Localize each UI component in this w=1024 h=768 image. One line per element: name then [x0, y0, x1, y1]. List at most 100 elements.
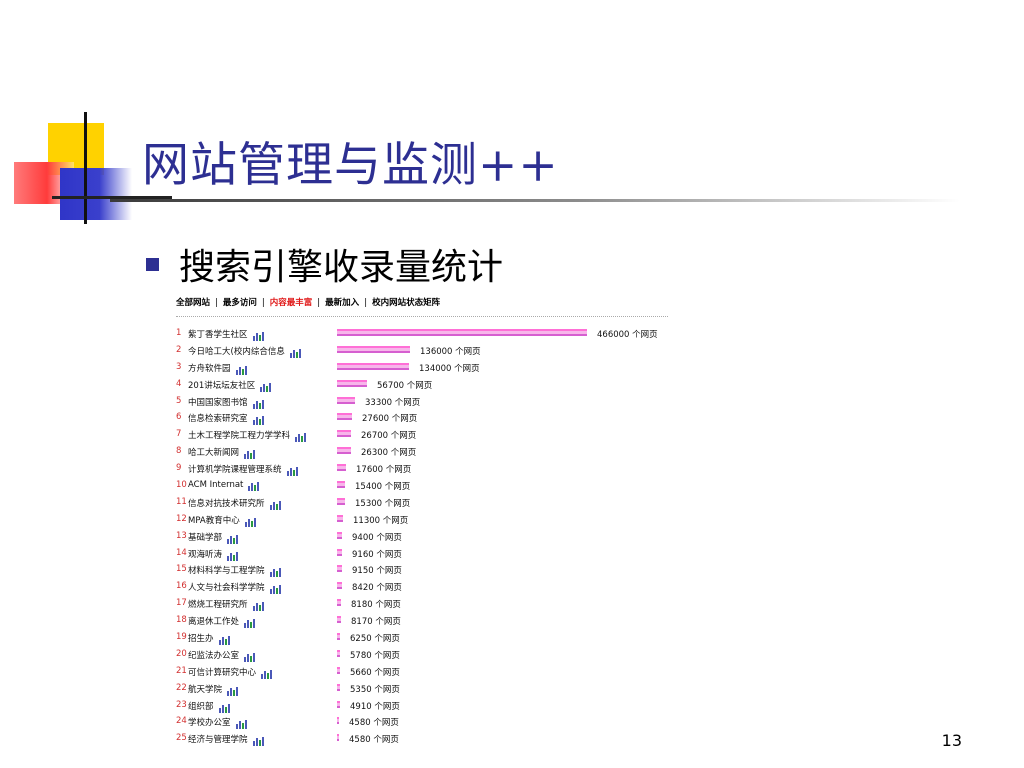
site-rank: 10 [176, 480, 187, 491]
bar-chart-icon[interactable] [218, 635, 231, 646]
site-rank: 2 [176, 344, 182, 355]
bar-chart-icon[interactable] [227, 534, 239, 544]
page-count-bar [337, 379, 367, 387]
slide-title: 网站管理与监测++ [142, 138, 559, 193]
page-count-bar [337, 362, 409, 370]
bar-chart-icon[interactable] [252, 601, 265, 612]
bar-chart-icon[interactable] [289, 348, 302, 358]
site-name-link[interactable]: ACM Internat [188, 480, 260, 492]
page-count-bar [337, 616, 341, 624]
bar-chart-icon[interactable] [227, 686, 239, 696]
site-name-link[interactable]: 方舟软件园 [188, 362, 248, 375]
decor-vertical-line [84, 112, 87, 224]
page-count-label: 9400 个网页 [352, 532, 402, 543]
page-count-label: 4580 个网页 [349, 735, 399, 746]
page-count-bar [337, 683, 340, 691]
bar-chart-icon[interactable] [244, 449, 256, 460]
bar-chart-icon[interactable] [244, 618, 256, 629]
site-rank: 16 [176, 581, 187, 592]
page-count-label: 5660 个网页 [350, 667, 400, 678]
site-name-link[interactable]: 组织部 [188, 700, 231, 713]
bar-chart-icon[interactable] [244, 652, 256, 662]
bar-chart-icon[interactable] [261, 669, 273, 679]
site-name-link[interactable]: 燃烧工程研究所 [188, 598, 265, 612]
bar-chart-icon[interactable] [235, 719, 248, 730]
page-count-label: 4580 个网页 [349, 718, 399, 729]
page-count-bar [337, 329, 587, 336]
page-count-bar [337, 497, 345, 505]
site-rank: 4 [176, 378, 182, 389]
table-row: 11 信息对抗技术研究所 15300 个网页 [176, 495, 696, 512]
site-rank: 15 [176, 564, 187, 575]
square-bullet-icon [146, 257, 159, 271]
nav-link-1[interactable]: 全部网站 [176, 296, 210, 308]
bar-chart-icon[interactable] [252, 415, 265, 426]
site-name-link[interactable]: MPA教育中心 [188, 514, 257, 527]
site-name-link[interactable]: 人文与社会科学学院 [188, 581, 282, 595]
page-count-bar [337, 548, 342, 556]
table-row: 3 方舟软件园 134000 个网页 [176, 360, 696, 377]
table-row: 9 计算机学院课程管理系统 17600 个网页 [176, 461, 696, 478]
site-filter-nav: 全部网站 | 最多访问 | 内容最丰富 | 最新加入 | 校内网站状态矩阵 [176, 296, 440, 308]
site-rank: 17 [176, 598, 187, 609]
page-count-bar [337, 531, 342, 539]
page-count-bar [337, 447, 351, 455]
bar-chart-icon[interactable] [244, 517, 257, 527]
site-name-link[interactable]: 201讲坛坛友社区 [188, 379, 272, 392]
table-row: 8 哈工大新闻网 26300 个网页 [176, 444, 696, 461]
page-count-bar [337, 514, 343, 522]
bar-chart-icon[interactable] [248, 481, 260, 492]
bar-chart-icon[interactable] [235, 365, 248, 375]
site-name-link[interactable]: 信息检索研究室 [188, 412, 265, 426]
bullet-text: 搜索引擎收录量统计 [179, 247, 504, 288]
page-count-label: 8170 个网页 [351, 617, 401, 628]
site-name-link[interactable]: 纪监法办公室 [188, 649, 256, 662]
site-name-link[interactable]: 土木工程学院工程力学学科 [188, 429, 307, 443]
site-name-link[interactable]: 信息对抗技术研究所 [188, 497, 282, 510]
bar-chart-icon[interactable] [252, 736, 265, 747]
site-name-link[interactable]: 招生办 [188, 632, 231, 646]
page-count-label: 8180 个网页 [351, 600, 401, 611]
page-count-label: 17600 个网页 [356, 465, 412, 476]
nav-separator: | [364, 298, 368, 308]
bar-chart-icon[interactable] [286, 466, 299, 477]
bar-chart-icon[interactable] [269, 500, 282, 510]
nav-link-5[interactable]: 校内网站状态矩阵 [372, 296, 440, 308]
site-name-link[interactable]: 材料科学与工程学院 [188, 564, 282, 578]
nav-link-3[interactable]: 内容最丰富 [270, 296, 313, 308]
site-name-link[interactable]: 学校办公室 [188, 716, 248, 730]
bar-chart-icon[interactable] [260, 382, 272, 392]
site-rank: 23 [176, 699, 187, 710]
page-count-label: 9160 个网页 [352, 549, 402, 560]
bar-chart-icon[interactable] [269, 584, 282, 595]
site-name-link[interactable]: 可信计算研究中心 [188, 666, 273, 679]
site-name-link[interactable]: 今日哈工大(校内综合信息 [188, 345, 302, 358]
nav-separator: | [261, 298, 265, 308]
table-row: 4 201讲坛坛友社区 56700 个网页 [176, 377, 696, 394]
table-row: 17 燃烧工程研究所 8180 个网页 [176, 596, 696, 613]
bar-chart-icon[interactable] [252, 331, 265, 341]
site-name-link[interactable]: 离退休工作处 [188, 615, 256, 629]
page-count-label: 27600 个网页 [362, 414, 418, 425]
bar-chart-icon[interactable] [218, 703, 231, 713]
site-name-link[interactable]: 哈工大新闻网 [188, 446, 256, 460]
site-name-link[interactable]: 紫丁香学生社区 [188, 328, 265, 341]
site-name-link[interactable]: 计算机学院课程管理系统 [188, 463, 299, 477]
bar-chart-icon[interactable] [269, 567, 282, 578]
bar-chart-icon[interactable] [295, 432, 307, 443]
site-name-link[interactable]: 航天学院 [188, 683, 239, 696]
table-row: 25 经济与管理学院 4580 个网页 [176, 731, 696, 748]
table-row: 15 材料科学与工程学院 9150 个网页 [176, 562, 696, 579]
table-row: 14 观海听涛 9160 个网页 [176, 546, 696, 563]
table-row: 19 招生办 6250 个网页 [176, 630, 696, 647]
nav-link-4[interactable]: 最新加入 [325, 296, 359, 308]
page-count-label: 4910 个网页 [350, 701, 400, 712]
nav-link-2[interactable]: 最多访问 [223, 296, 257, 308]
bar-chart-icon[interactable] [252, 399, 265, 409]
site-name-link[interactable]: 中国国家图书馆 [188, 396, 265, 409]
bar-chart-icon[interactable] [227, 551, 239, 561]
site-name-link[interactable]: 基础学部 [188, 531, 239, 544]
site-name-link[interactable]: 经济与管理学院 [188, 733, 265, 747]
page-count-label: 9150 个网页 [352, 566, 402, 577]
site-name-link[interactable]: 观海听涛 [188, 548, 239, 561]
